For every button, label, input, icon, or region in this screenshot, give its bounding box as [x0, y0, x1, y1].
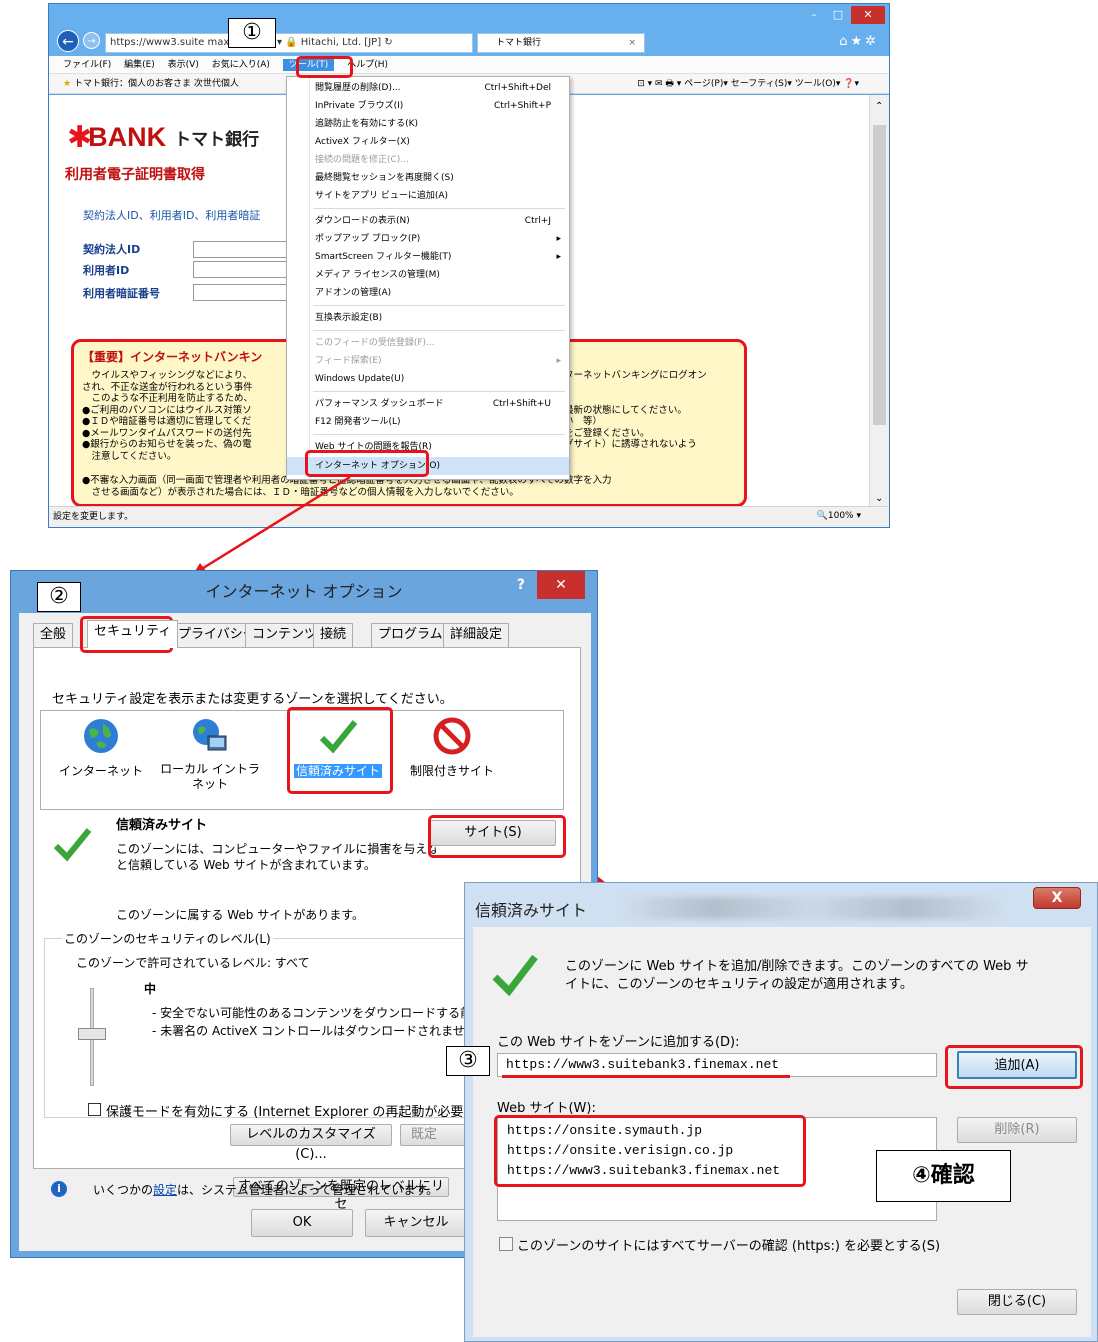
highlight-site-list [494, 1115, 806, 1187]
protected-mode-label: 保護モードを有効にする (Internet Explorer の再起動が必要 [106, 1105, 464, 1120]
require-https-label: このゾーンのサイトにはすべてサーバーの確認 (https:) を必要とする(S) [517, 1239, 941, 1254]
require-https-checkbox[interactable] [499, 1237, 513, 1251]
zone-description-2: と信頼している Web サイトが含まれています。 [116, 858, 376, 872]
tab-programs[interactable]: プログラム [371, 623, 450, 647]
highlight-trusted-zone [287, 707, 393, 794]
close-icon[interactable]: X [1033, 887, 1081, 909]
url-underline [502, 1075, 790, 1078]
level-bullet-2: - 未署名の ActiveX コントロールはダウンロードされませ [152, 1024, 465, 1038]
admin-note: いくつかの設定は、システム管理者によって管理されています。 [93, 1181, 438, 1198]
add-site-input-value: https://www3.suitebank3.finemax.net [506, 1057, 780, 1072]
protected-mode-checkbox[interactable] [88, 1103, 101, 1116]
zone-prompt: セキュリティ設定を表示または変更するゾーンを選択してください。 [52, 692, 453, 707]
level-name: 中 [144, 982, 157, 996]
settings-link[interactable]: 設定 [153, 1183, 177, 1197]
zone-label: 制限付きサイト [409, 764, 494, 778]
close-button[interactable]: 閉じる(C) [957, 1289, 1077, 1315]
zone-local-intranet[interactable]: ローカル イントラネット [160, 716, 260, 792]
admin-note-text: いくつかの [93, 1183, 154, 1197]
close-icon[interactable]: ✕ [537, 571, 585, 599]
zone-restricted[interactable]: 制限付きサイト [406, 716, 498, 779]
add-site-input[interactable]: https://www3.suitebank3.finemax.net [497, 1053, 937, 1077]
add-site-label: この Web サイトをゾーンに追加する(D): [497, 1035, 740, 1050]
level-bullet-1: - 安全でない可能性のあるコンテンツをダウンロードする前 [152, 1006, 470, 1020]
highlight-sites-button [428, 815, 566, 858]
default-level-button: 既定 [400, 1124, 470, 1146]
tab-connections[interactable]: 接続 [313, 623, 354, 647]
step-2-marker: ② [37, 582, 81, 612]
zone-internet[interactable]: インターネット [58, 716, 144, 779]
highlight-add-button [945, 1045, 1083, 1089]
dialog-title: インターネット オプション [205, 582, 403, 601]
globe-icon [81, 716, 121, 756]
tab-general[interactable]: 全般 [33, 623, 74, 647]
trusted-description-1: このゾーンに Web サイトを追加/削除できます。このゾーンのすべての Web … [565, 959, 1029, 974]
remove-button: 削除(R) [957, 1117, 1077, 1143]
admin-note-text: は、システム管理者によって管理されています。 [177, 1183, 439, 1197]
step-4-marker: ④確認 [876, 1150, 1011, 1202]
trusted-description-2: イトに、このゾーンのセキュリティの設定が適用されます。 [565, 977, 913, 992]
level-group-title: このゾーンのセキュリティのレベル(L) [62, 930, 273, 947]
zone-description-1: このゾーンには、コンピューターやファイルに損害を与えない [116, 842, 436, 856]
allowed-levels: このゾーンで許可されているレベル: すべて [76, 956, 310, 970]
trusted-sites-dialog: 信頼済みサイト X このゾーンに Web サイトを追加/削除できます。このゾーン… [464, 882, 1098, 1342]
help-icon[interactable]: ? [517, 577, 525, 593]
tab-security[interactable]: セキュリティ [87, 620, 179, 648]
websites-label: Web サイト(W): [497, 1101, 596, 1116]
has-sites-note: このゾーンに属する Web サイトがあります。 [116, 908, 364, 922]
intranet-globe-icon [190, 716, 230, 756]
blurred-title-background [615, 897, 1005, 919]
info-icon: i [51, 1181, 67, 1197]
checkmark-icon [491, 951, 539, 999]
ok-button[interactable]: OK [251, 1209, 353, 1237]
restricted-icon [432, 716, 472, 756]
tab-advanced[interactable]: 詳細設定 [443, 623, 510, 647]
custom-level-button[interactable]: レベルのカスタマイズ(C)... [230, 1124, 392, 1162]
checkmark-icon [52, 824, 92, 864]
zone-label: インターネット [58, 764, 143, 778]
zone-label: ローカル イントラネット [160, 762, 260, 791]
level-slider-thumb[interactable] [78, 1028, 106, 1040]
step-3-marker: ③ [446, 1046, 490, 1076]
dialog-title: 信頼済みサイト [475, 901, 588, 920]
cancel-button[interactable]: キャンセル [365, 1209, 467, 1237]
arrow-to-options [199, 475, 351, 572]
zone-name: 信頼済みサイト [116, 818, 208, 833]
